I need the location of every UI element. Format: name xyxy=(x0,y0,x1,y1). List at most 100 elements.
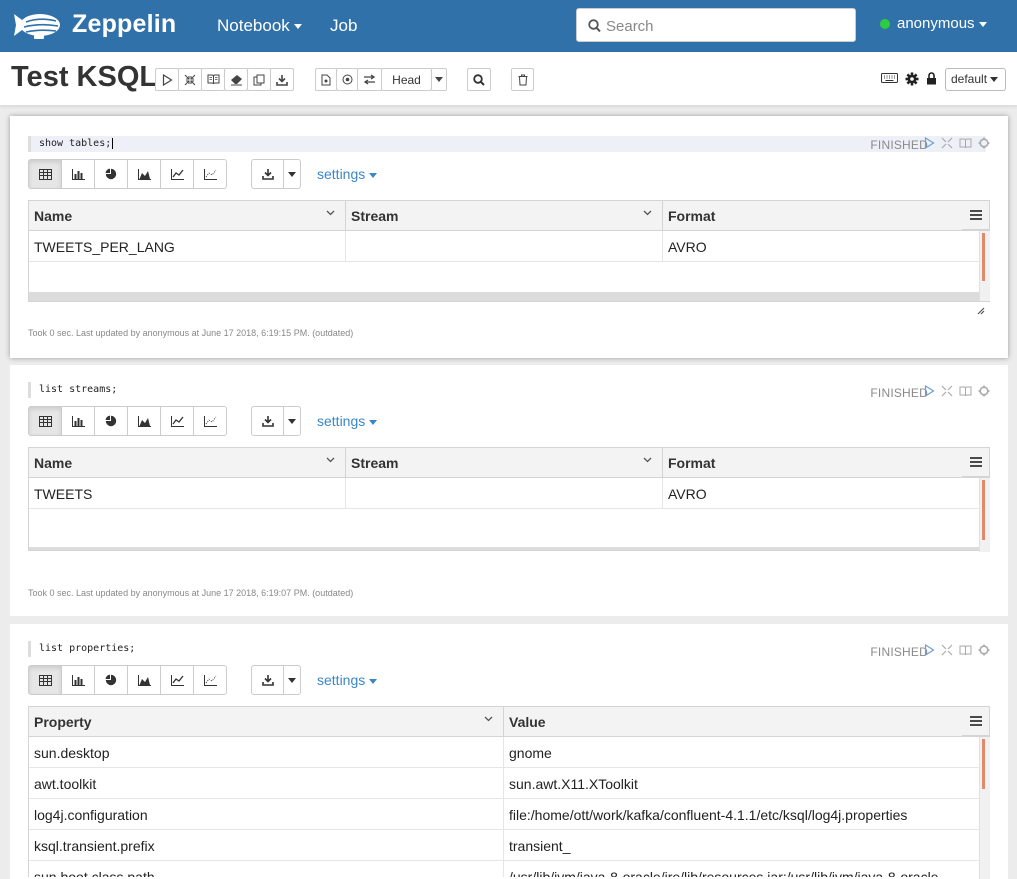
interpreter-binding-select[interactable]: default xyxy=(945,68,1006,91)
grid-menu-button[interactable] xyxy=(962,706,990,736)
table-view-button[interactable] xyxy=(28,406,62,436)
gear-icon[interactable] xyxy=(978,137,990,149)
paragraph-list-streams[interactable]: list streams; FINISHED settings Name Str… xyxy=(10,365,1008,616)
chevron-down-icon[interactable] xyxy=(326,457,335,463)
column-header-name[interactable]: Name xyxy=(29,448,346,477)
brand-title[interactable]: Zeppelin xyxy=(72,10,176,39)
search-code-button[interactable] xyxy=(467,68,491,91)
grid-menu-button[interactable] xyxy=(962,200,990,230)
area-chart-button[interactable] xyxy=(127,406,161,436)
horizontal-scrollbar[interactable] xyxy=(29,292,989,301)
visualization-settings-link[interactable]: settings xyxy=(317,166,378,182)
area-chart-button[interactable] xyxy=(127,665,161,695)
download-options-toggle[interactable] xyxy=(283,406,301,436)
book-icon[interactable] xyxy=(959,386,972,397)
collapse-icon[interactable] xyxy=(941,644,953,656)
compare-revisions-button[interactable] xyxy=(357,68,382,91)
zeppelin-logo-icon[interactable] xyxy=(12,8,64,44)
chevron-down-icon[interactable] xyxy=(326,210,335,216)
scatter-chart-button[interactable] xyxy=(193,406,227,436)
book-icon[interactable] xyxy=(959,645,972,656)
delete-note-button[interactable] xyxy=(511,68,534,91)
column-header-stream[interactable]: Stream xyxy=(346,448,663,477)
bar-chart-button[interactable] xyxy=(61,665,95,695)
clone-note-button[interactable] xyxy=(247,68,271,91)
table-view-button[interactable] xyxy=(28,665,62,695)
resize-handle-icon[interactable] xyxy=(977,307,985,315)
horizontal-scrollbar[interactable] xyxy=(29,547,989,550)
column-header-format[interactable]: Format xyxy=(663,201,989,230)
chevron-down-icon[interactable] xyxy=(643,457,652,463)
table-row[interactable]: sun.desktop gnome xyxy=(29,737,989,768)
run-all-button[interactable] xyxy=(155,68,179,91)
download-data-button[interactable] xyxy=(251,665,284,695)
scrollbar-thumb[interactable] xyxy=(982,739,985,789)
chevron-down-icon[interactable] xyxy=(484,716,493,722)
vertical-scrollbar[interactable] xyxy=(979,478,990,552)
download-data-button[interactable] xyxy=(251,159,284,189)
visualization-settings-link[interactable]: settings xyxy=(317,672,378,688)
scrollbar-thumb[interactable] xyxy=(982,233,985,281)
scatter-chart-button[interactable] xyxy=(193,159,227,189)
run-paragraph-icon[interactable] xyxy=(924,385,935,397)
vertical-scrollbar[interactable] xyxy=(979,231,990,301)
pie-chart-button[interactable] xyxy=(94,406,128,436)
table-row[interactable]: log4j.configuration file:/home/ott/work/… xyxy=(29,799,989,830)
column-header-property[interactable]: Property xyxy=(29,707,504,736)
lock-icon[interactable] xyxy=(926,72,937,85)
code-editor[interactable]: show tables; xyxy=(28,136,986,152)
user-menu[interactable]: anonymous xyxy=(880,15,987,32)
table-row[interactable]: TWEETS AVRO xyxy=(29,478,989,509)
column-header-stream[interactable]: Stream xyxy=(346,201,663,230)
keyboard-icon[interactable] xyxy=(881,72,898,84)
column-header-value[interactable]: Value xyxy=(504,707,989,736)
column-header-name[interactable]: Name xyxy=(29,201,346,230)
clear-output-button[interactable] xyxy=(224,68,248,91)
paragraph-list-properties[interactable]: list properties; FINISHED settings Prope… xyxy=(10,624,1008,879)
line-chart-button[interactable] xyxy=(160,665,194,695)
code-editor[interactable]: list properties; xyxy=(28,641,828,657)
revision-dropdown-toggle[interactable] xyxy=(431,68,447,91)
search-input[interactable] xyxy=(606,15,846,37)
scrollbar-thumb[interactable] xyxy=(982,480,985,540)
line-chart-button[interactable] xyxy=(160,406,194,436)
scatter-chart-button[interactable] xyxy=(193,665,227,695)
paragraph-show-tables[interactable]: show tables; FINISHED settings Name Stre… xyxy=(10,116,1008,358)
download-data-button[interactable] xyxy=(251,406,284,436)
area-chart-button[interactable] xyxy=(127,159,161,189)
column-header-format[interactable]: Format xyxy=(663,448,989,477)
version-control-button[interactable] xyxy=(315,68,337,91)
set-revision-button[interactable] xyxy=(336,68,358,91)
download-options-toggle[interactable] xyxy=(283,159,301,189)
vertical-scrollbar[interactable] xyxy=(979,737,990,879)
book-icon[interactable] xyxy=(959,138,972,149)
gear-icon[interactable] xyxy=(978,644,990,656)
line-chart-button[interactable] xyxy=(160,159,194,189)
pie-chart-button[interactable] xyxy=(94,665,128,695)
job-menu[interactable]: Job xyxy=(330,16,357,36)
table-row[interactable]: ksql.transient.prefix transient_ xyxy=(29,830,989,861)
table-view-button[interactable] xyxy=(28,159,62,189)
gear-icon[interactable] xyxy=(905,72,919,86)
hide-code-button[interactable] xyxy=(178,68,202,91)
table-row[interactable]: TWEETS_PER_LANG AVRO xyxy=(29,231,989,262)
table-row[interactable]: awt.toolkit sun.awt.X11.XToolkit xyxy=(29,768,989,799)
code-editor[interactable]: list streams; xyxy=(28,382,828,398)
download-options-toggle[interactable] xyxy=(283,665,301,695)
hide-output-button[interactable] xyxy=(201,68,225,91)
revision-select[interactable]: Head xyxy=(381,68,432,91)
collapse-icon[interactable] xyxy=(941,137,953,149)
bar-chart-button[interactable] xyxy=(61,406,95,436)
run-paragraph-icon[interactable] xyxy=(924,137,935,149)
grid-menu-button[interactable] xyxy=(962,447,990,477)
chevron-down-icon[interactable] xyxy=(643,210,652,216)
collapse-icon[interactable] xyxy=(941,385,953,397)
pie-chart-button[interactable] xyxy=(94,159,128,189)
note-title[interactable]: Test KSQL xyxy=(11,61,157,94)
export-note-button[interactable] xyxy=(270,68,294,91)
table-row[interactable]: sun.boot.class.path /usr/lib/jvm/java-8-… xyxy=(29,861,989,877)
notebook-menu[interactable]: Notebook xyxy=(217,16,302,36)
run-paragraph-icon[interactable] xyxy=(924,644,935,656)
bar-chart-button[interactable] xyxy=(61,159,95,189)
gear-icon[interactable] xyxy=(978,385,990,397)
